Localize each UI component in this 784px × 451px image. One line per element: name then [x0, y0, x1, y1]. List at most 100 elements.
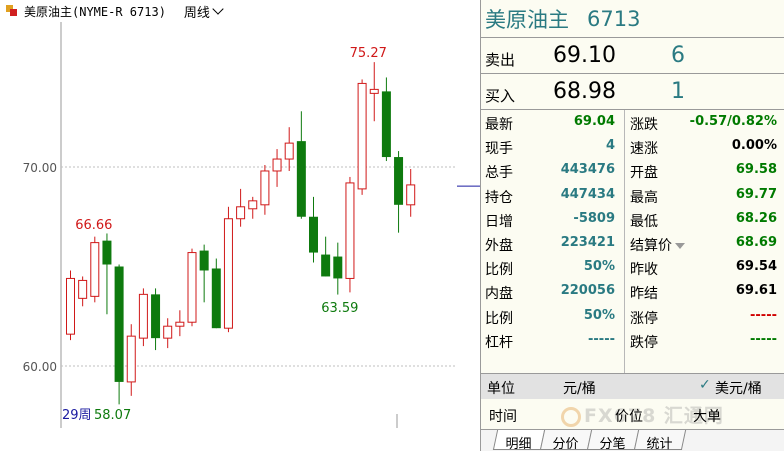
stat-value: 220056 — [560, 283, 615, 299]
chevron-down-icon[interactable] — [212, 2, 224, 15]
quote-panel: 美原油主 6713 卖出 69.10 6 买入 68.98 1 最新 69.04 现… — [480, 0, 784, 451]
candle-body — [163, 325, 173, 339]
stat-value: ----- — [750, 331, 777, 347]
candle-body — [357, 82, 367, 190]
buy-row: 买入 68.98 1 — [481, 74, 784, 110]
stat-label: 跌停 — [630, 334, 658, 351]
dropdown-arrow-icon[interactable] — [675, 243, 685, 249]
high-price-label: 75.27 — [350, 46, 387, 61]
candle-body — [199, 250, 209, 271]
candle-body — [284, 142, 294, 160]
candle-body — [211, 268, 221, 329]
stat-label: 外盘 — [485, 238, 513, 254]
y-tick-label: 70.00 — [23, 161, 57, 175]
buy-price: 68.98 — [553, 79, 616, 104]
sell-row: 卖出 69.10 6 — [481, 38, 784, 74]
period-low-label: 58.07 — [94, 408, 131, 423]
candle-body — [248, 200, 258, 210]
candle-body — [138, 293, 148, 339]
stat-label: 最低 — [630, 213, 658, 230]
tab-price-distribution[interactable]: 分价 — [539, 430, 593, 451]
tick-header-time: 时间 — [489, 409, 517, 425]
stat-value: 50% — [583, 307, 615, 323]
kline-chart-pane[interactable]: 70.00 60.00 75.27 66.66 63.59 58.07 29周 美原油主(N… — [0, 0, 480, 451]
sell-price: 69.10 — [553, 43, 616, 68]
stat-row-left: 日增 -5809 — [481, 208, 631, 232]
instrument-code: 6713 — [587, 6, 641, 31]
stat-row-left: 持仓 447434 — [481, 184, 631, 208]
candle-body — [406, 184, 416, 206]
stat-value: 69.58 — [735, 162, 777, 178]
stat-label: 持仓 — [485, 189, 513, 206]
stat-row-left: 比例 50% — [481, 305, 631, 329]
stat-label: 最高 — [630, 189, 658, 206]
candle-body — [260, 170, 270, 206]
candle-body — [236, 206, 246, 220]
candle-body — [223, 218, 233, 329]
stat-row-left: 最新 69.04 — [481, 111, 631, 135]
tab-statistics[interactable]: 统计 — [633, 430, 687, 451]
candle-body — [126, 335, 136, 383]
candle-body — [66, 277, 75, 335]
stat-label: 昨收 — [630, 262, 658, 279]
stat-value: ----- — [588, 331, 615, 347]
candle-body — [114, 266, 124, 382]
unit-label: 单位 — [487, 381, 515, 397]
quote-stats-grid: 最新 69.04 现手 4 总手 443476 持仓 447434 日增 -5809 外盘 22342… — [481, 110, 784, 375]
period-count-label: 29周 — [62, 408, 92, 423]
instrument-name: 美原油主 — [485, 7, 569, 32]
tab-tick-by-tick[interactable]: 分笔 — [586, 430, 640, 451]
kline-chart[interactable]: 70.00 60.00 75.27 66.66 63.59 58.0729周 — [0, 0, 480, 451]
candle-body — [175, 321, 185, 327]
stat-value: 69.04 — [573, 114, 615, 129]
candle-body — [187, 252, 197, 323]
stat-label: 日增 — [485, 213, 513, 230]
stat-row-left: 现手 4 — [481, 135, 631, 159]
stat-value: 69.61 — [735, 283, 777, 299]
stat-value: 69.54 — [735, 259, 777, 275]
stat-row-right: 最低 68.26 — [624, 208, 784, 232]
stat-row-right: 结算价 68.69 — [624, 232, 784, 256]
candle-body — [309, 216, 318, 253]
stat-value: 447434 — [560, 186, 615, 202]
stat-value: 69.77 — [735, 186, 777, 202]
tick-header-bigorder: 大单 — [693, 409, 721, 425]
stat-label: 涨停 — [630, 310, 658, 327]
stat-label: 内盘 — [485, 286, 513, 303]
stat-row-right: 昨结 69.61 — [624, 280, 784, 304]
stat-value: 443476 — [560, 162, 615, 178]
sell-label: 卖出 — [485, 51, 516, 69]
stat-row-right: 开盘 69.58 — [624, 159, 784, 183]
stat-label: 比例 — [485, 262, 513, 279]
candle-body — [90, 242, 100, 297]
candle-body — [369, 88, 379, 94]
stat-row-left: 比例 50% — [481, 256, 631, 280]
stat-value: ----- — [750, 307, 777, 323]
candle-body — [394, 157, 404, 205]
buy-label: 买入 — [485, 87, 516, 105]
tab-detail[interactable]: 明细 — [492, 430, 546, 451]
period-selector[interactable]: 周线 — [184, 2, 210, 21]
detail-tabs: 明细 分价 分笔 统计 — [481, 429, 784, 451]
stat-label: 开盘 — [630, 165, 658, 182]
stat-value: -0.57/0.82% — [689, 114, 777, 129]
unit-value-usd[interactable]: 美元/桶 — [715, 378, 762, 398]
candle-body — [78, 279, 88, 299]
stat-value: 68.26 — [735, 210, 777, 226]
stat-value: 68.69 — [735, 235, 777, 250]
chart-menu-icon[interactable] — [6, 5, 18, 17]
candle-body — [345, 182, 355, 279]
stat-label: 结算价 — [630, 235, 685, 255]
stat-row-right: 昨收 69.54 — [624, 256, 784, 280]
stat-value: 223421 — [560, 235, 615, 250]
stat-row-right: 涨停 ----- — [624, 305, 784, 329]
stat-row-left: 总手 443476 — [481, 159, 631, 183]
chart-title: 美原油主(NYME-R 6713) — [24, 4, 166, 19]
candle-body — [321, 254, 331, 277]
stat-value: -5809 — [573, 210, 615, 226]
local-low-label: 63.59 — [321, 301, 358, 316]
sell-volume: 6 — [671, 43, 685, 68]
stat-label: 比例 — [485, 310, 513, 327]
check-icon[interactable]: ✓ — [699, 377, 711, 393]
y-tick-label: 60.00 — [23, 360, 57, 374]
